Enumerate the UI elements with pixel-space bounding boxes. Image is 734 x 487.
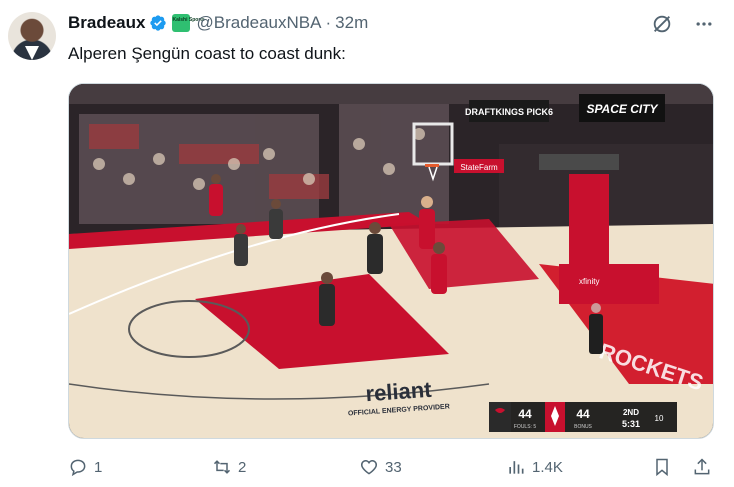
- home-status: BONUS: [574, 424, 592, 430]
- retweet-button[interactable]: 2: [212, 454, 246, 480]
- verified-badge-icon: [150, 15, 167, 31]
- reply-button[interactable]: 1: [68, 454, 102, 480]
- retweet-icon: [213, 460, 231, 474]
- share-icon: [694, 458, 710, 475]
- game-period: 2ND: [623, 408, 639, 417]
- away-score: 44: [518, 407, 532, 421]
- like-count: 33: [385, 458, 402, 476]
- sponsor-top-text: DRAFTKINGS PICK6: [465, 107, 553, 117]
- xfinity-text: xfinity: [579, 277, 599, 286]
- bookmark-icon: [656, 458, 668, 477]
- retweet-count: 2: [238, 458, 247, 476]
- tweet: Bradeaux Kalshi Sports @BradeauxNBA · 32…: [0, 0, 734, 487]
- statefarm-text: StateFarm: [460, 163, 498, 172]
- display-name[interactable]: Bradeaux: [68, 13, 145, 33]
- tweet-actions: 1 2 33 1.4K: [64, 454, 720, 480]
- grok-icon[interactable]: [650, 12, 674, 36]
- bookmark-button[interactable]: [652, 454, 672, 480]
- heart-icon: [360, 459, 378, 475]
- view-count: 1.4K: [532, 458, 563, 476]
- home-score: 44: [576, 407, 590, 421]
- avatar[interactable]: [8, 12, 56, 60]
- timestamp[interactable]: 32m: [335, 13, 368, 33]
- author-handle[interactable]: @BradeauxNBA: [196, 13, 321, 33]
- views-button[interactable]: 1.4K: [506, 454, 563, 480]
- header-icons: [650, 12, 716, 36]
- reply-icon: [70, 459, 86, 477]
- views-chart-icon: [509, 461, 524, 474]
- video-media[interactable]: DRAFTKINGS PICK6 SPACE CITY StateFarm xf…: [68, 83, 714, 439]
- like-button[interactable]: 33: [359, 454, 402, 480]
- share-button[interactable]: [692, 454, 712, 480]
- more-options-icon[interactable]: [692, 12, 716, 36]
- space-city-text: SPACE CITY: [586, 102, 658, 116]
- reply-count: 1: [94, 458, 103, 476]
- away-fouls: FOULS: 5: [514, 424, 536, 430]
- scoreboard: 44 FOULS: 5 44 BONUS 2ND 5:31 10: [489, 402, 677, 432]
- reliant-logo-text: reliant: [365, 377, 433, 407]
- shot-clock: 10: [655, 414, 664, 423]
- game-clock: 5:31: [622, 419, 640, 429]
- tweet-header: Bradeaux Kalshi Sports @BradeauxNBA · 32…: [68, 12, 368, 34]
- kalshi-badge-icon: Kalshi Sports: [172, 14, 205, 32]
- tweet-text: Alperen Şengün coast to coast dunk:: [68, 44, 346, 63]
- separator-dot: ·: [325, 13, 332, 32]
